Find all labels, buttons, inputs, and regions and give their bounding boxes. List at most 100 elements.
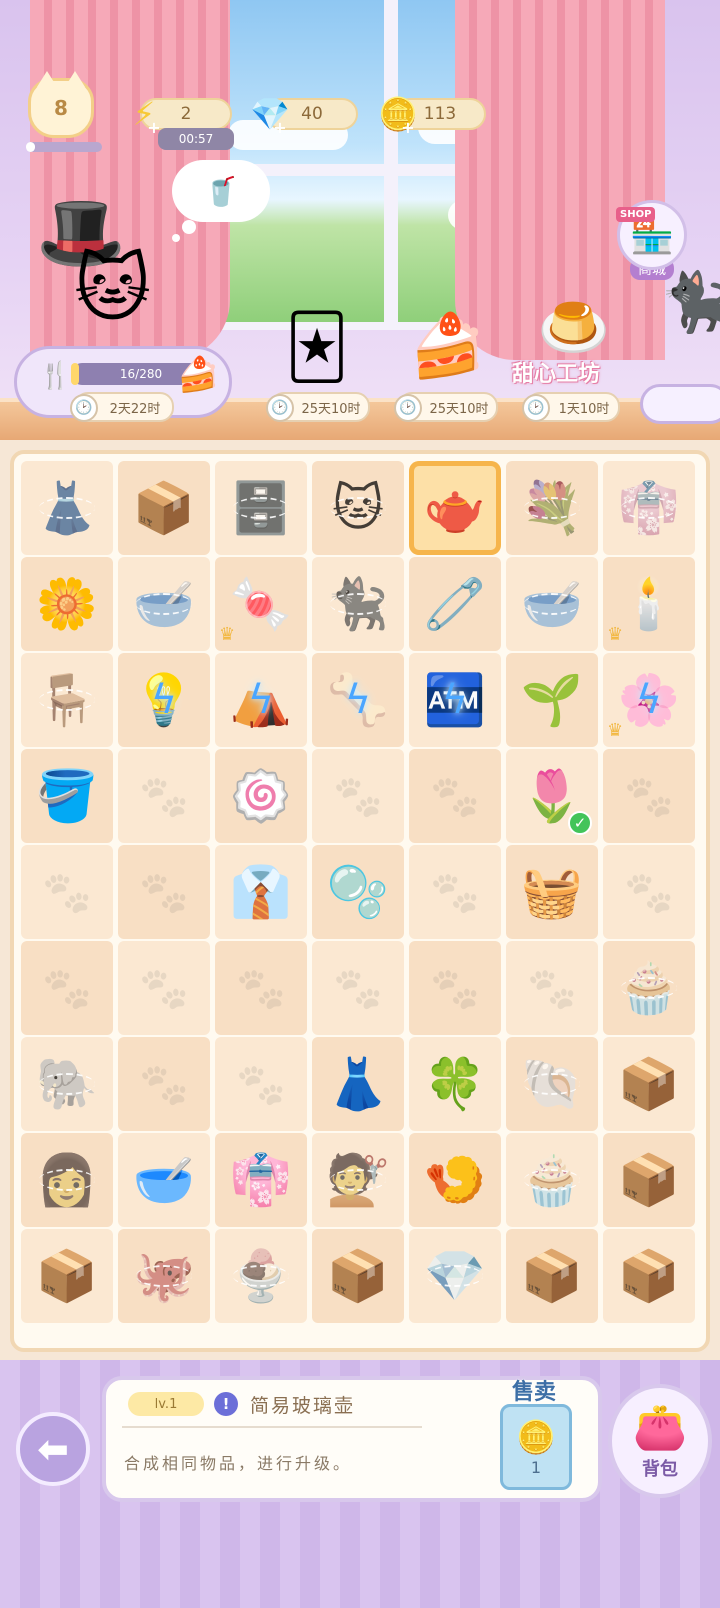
empty-board-cell[interactable] [409, 941, 501, 1035]
board-cell[interactable]: 👗 [21, 461, 113, 555]
board-cell[interactable]: 🧁 [506, 1133, 598, 1227]
board-cell[interactable]: 📦 [603, 1037, 695, 1131]
sell-button[interactable]: 售卖 🪙 1 [486, 1374, 582, 1494]
orange-side-table-item[interactable]: 🪑 [36, 675, 98, 725]
empty-board-cell[interactable] [21, 941, 113, 1035]
watering-can-item[interactable]: 🪣 [36, 771, 98, 821]
elephant-plush-item[interactable]: 🐘 [36, 1059, 98, 1109]
board-cell[interactable]: 🐙 [118, 1229, 210, 1323]
board-cell[interactable]: 🫖 [409, 461, 501, 555]
octopus-plush-item[interactable]: 🐙 [133, 1251, 195, 1301]
hair-bun-wig-item[interactable]: 👩 [36, 1155, 98, 1205]
board-cell[interactable]: 🧁 [603, 941, 695, 1035]
strawberry-cupcake-item[interactable]: 🧁 [618, 963, 680, 1013]
add-coins-icon[interactable]: + [400, 120, 416, 136]
empty-board-cell[interactable] [215, 1037, 307, 1131]
roll-cake-event[interactable]: 🍰 [400, 300, 496, 392]
side-panel-button[interactable] [640, 384, 720, 424]
board-cell[interactable]: 🌷 ✓ [506, 749, 598, 843]
board-cell[interactable]: 👗 [312, 1037, 404, 1131]
witch-cat-character[interactable]: 🎩 🐱 [34, 190, 184, 350]
pink-cushion-item[interactable]: 🫧 [327, 867, 389, 917]
board-cell[interactable]: 💎 [409, 1229, 501, 1323]
empty-board-cell[interactable] [603, 749, 695, 843]
board-cell[interactable]: 💐 [506, 461, 598, 555]
empty-board-cell[interactable] [215, 941, 307, 1035]
flower-box-item[interactable]: 🌸 [618, 675, 680, 725]
board-cell[interactable]: 🗄️ [215, 461, 307, 555]
snack-bag-item[interactable]: 🍬 [230, 579, 292, 629]
glass-pitcher-item[interactable]: 🫖 [424, 483, 486, 533]
fruit-basket-item[interactable]: 🧺 [521, 867, 583, 917]
sprout-item[interactable]: 🌱 [521, 675, 583, 725]
cardboard-box-item[interactable]: 📦 [618, 1251, 680, 1301]
board-cell[interactable]: 🍨 [215, 1229, 307, 1323]
black-cat-icon[interactable]: 🐈‍⬛ [660, 268, 720, 337]
board-cell[interactable]: 🐚 [506, 1037, 598, 1131]
grey-cat-item[interactable]: 🐈‍⬛ [327, 579, 389, 629]
pink-hanger-item[interactable]: 🧷 [424, 579, 486, 629]
board-cell[interactable]: 🪣 [21, 749, 113, 843]
board-cell[interactable]: 🐘 [21, 1037, 113, 1131]
empty-board-cell[interactable] [409, 845, 501, 939]
back-button[interactable]: ⬅ [16, 1412, 90, 1486]
board-cell[interactable]: 🐈‍⬛ [312, 557, 404, 651]
board-cell[interactable]: 📦 [506, 1229, 598, 1323]
board-cell[interactable]: 🌼 [21, 557, 113, 651]
board-cell[interactable]: ⛺ ϟ [215, 653, 307, 747]
gem-counter[interactable]: 💎 + 40 [250, 95, 358, 136]
cat-cupcake-item[interactable]: 🧁 [521, 1155, 583, 1205]
add-gems-icon[interactable]: + [272, 120, 288, 136]
board-cell[interactable]: 🥣 [506, 557, 598, 651]
board-cell[interactable]: 👘 [603, 461, 695, 555]
cardboard-box-item[interactable]: 📦 [327, 1251, 389, 1301]
board-cell[interactable]: 🧷 [409, 557, 501, 651]
board-cell[interactable]: 💡 ϟ [118, 653, 210, 747]
board-cell[interactable]: 👩 [21, 1133, 113, 1227]
cat-tent-item[interactable]: ⛺ [230, 675, 292, 725]
board-cell[interactable]: 🦴 ϟ [312, 653, 404, 747]
striped-outfit-item[interactable]: 👔 [230, 867, 292, 917]
empty-board-cell[interactable] [603, 845, 695, 939]
vending-machine-item[interactable]: 🏧 [424, 675, 486, 725]
card-pack-event[interactable]: 🃏 [262, 300, 372, 392]
board-cell[interactable]: 🕯️ ♛ [603, 557, 695, 651]
info-icon[interactable]: ! [214, 1392, 238, 1416]
board-cell[interactable]: 👘 [215, 1133, 307, 1227]
board-cell[interactable]: 📦 [118, 461, 210, 555]
bone-toy-item[interactable]: 🦴 [327, 675, 389, 725]
empty-board-cell[interactable] [21, 845, 113, 939]
cardboard-box-item[interactable]: 📦 [133, 483, 195, 533]
board-cell[interactable]: 🫧 [312, 845, 404, 939]
cardboard-box-item[interactable]: 📦 [618, 1059, 680, 1109]
dark-dress-item[interactable]: 👗 [36, 483, 98, 533]
earrings-item[interactable]: 💎 [424, 1251, 486, 1301]
lavender-pet-bowl-item[interactable]: 🥣 [133, 1155, 195, 1205]
teal-pet-bowl-item[interactable]: 🥣 [521, 579, 583, 629]
cardboard-box-item[interactable]: 📦 [36, 1251, 98, 1301]
empty-board-cell[interactable] [312, 749, 404, 843]
board-cell[interactable]: 🌸 ϟ ♛ [603, 653, 695, 747]
empty-board-cell[interactable] [118, 749, 210, 843]
lamp-item[interactable]: 💡 [133, 675, 195, 725]
empty-board-cell[interactable] [118, 1037, 210, 1131]
clothing-rack-item[interactable]: 👘 [618, 483, 680, 533]
coin-counter[interactable]: 🪙 + 113 [378, 95, 486, 136]
candelabra-item[interactable]: 🕯️ [618, 579, 680, 629]
board-cell[interactable]: 🐱 [312, 461, 404, 555]
cardboard-box-item[interactable]: 📦 [521, 1251, 583, 1301]
board-cell[interactable]: 👔 [215, 845, 307, 939]
empty-board-cell[interactable] [506, 941, 598, 1035]
board-cell[interactable]: 🧺 [506, 845, 598, 939]
purple-flower-bouquet-item[interactable]: 💐 [521, 483, 583, 533]
yellow-flower-bouquet-item[interactable]: 🌼 [36, 579, 98, 629]
board-cell[interactable]: 🌱 [506, 653, 598, 747]
energy-counter[interactable]: ⚡ + 2 [133, 95, 232, 136]
calico-cat-item[interactable]: 🐱 [332, 483, 384, 533]
board-cell[interactable]: 💇 [312, 1133, 404, 1227]
sweet-workshop-event[interactable]: 🍮 [524, 292, 624, 362]
board-cell[interactable]: 🍀 [409, 1037, 501, 1131]
cardboard-box-item[interactable]: 📦 [618, 1155, 680, 1205]
board-cell[interactable]: 🍤 [409, 1133, 501, 1227]
yellow-outfit-item[interactable]: 👘 [230, 1155, 292, 1205]
